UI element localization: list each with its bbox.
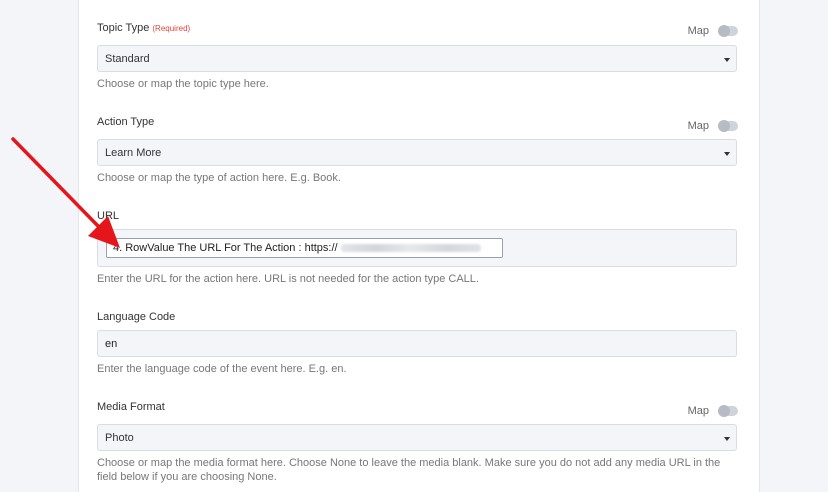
redacted-url-text bbox=[340, 244, 481, 253]
action-type-label: Action Type bbox=[97, 116, 155, 128]
action-type-value: Learn More bbox=[105, 147, 162, 159]
media-format-label: Media Format bbox=[97, 401, 165, 413]
topic-type-map-toggle[interactable]: Map bbox=[688, 24, 738, 38]
url-mapped-value-chip[interactable]: 4. RowValue The URL For The Action : htt… bbox=[106, 238, 503, 258]
language-code-help: Enter the language code of the event her… bbox=[97, 363, 347, 375]
toggle-switch-icon[interactable] bbox=[718, 405, 738, 417]
url-label: URL bbox=[97, 210, 120, 222]
action-type-map-toggle[interactable]: Map bbox=[688, 119, 738, 133]
media-format-select[interactable]: Photo bbox=[97, 424, 737, 451]
media-format-field: Media Format Map Photo Choose or map the… bbox=[97, 400, 738, 492]
action-type-help: Choose or map the type of action here. E… bbox=[97, 172, 341, 184]
caret-down-icon bbox=[724, 437, 730, 441]
media-format-map-toggle[interactable]: Map bbox=[688, 404, 738, 418]
language-code-input[interactable]: en bbox=[97, 330, 737, 357]
action-type-select[interactable]: Learn More bbox=[97, 139, 737, 166]
caret-down-icon bbox=[724, 152, 730, 156]
language-code-value: en bbox=[105, 338, 118, 350]
url-value: 4. RowValue The URL For The Action : htt… bbox=[113, 242, 338, 254]
toggle-switch-icon[interactable] bbox=[718, 25, 738, 37]
language-code-field: Language Code en Enter the language code… bbox=[97, 309, 738, 379]
topic-type-select[interactable]: Standard bbox=[97, 45, 737, 72]
media-format-value: Photo bbox=[105, 432, 134, 444]
map-label: Map bbox=[687, 405, 709, 417]
topic-type-label: Topic Type (Required) bbox=[97, 22, 191, 34]
url-help: Enter the URL for the action here. URL i… bbox=[97, 273, 479, 285]
topic-type-field: Topic Type (Required) Map Standard Choose… bbox=[97, 20, 738, 95]
url-field: URL 4. RowValue The URL For The Action :… bbox=[97, 209, 738, 289]
media-format-help: Choose or map the media format here. Cho… bbox=[97, 457, 721, 483]
topic-type-value: Standard bbox=[105, 53, 150, 65]
map-label: Map bbox=[687, 120, 709, 132]
url-input[interactable]: 4. RowValue The URL For The Action : htt… bbox=[97, 229, 737, 267]
caret-down-icon bbox=[724, 58, 730, 62]
topic-type-help: Choose or map the topic type here. bbox=[97, 78, 269, 90]
form-panel: Topic Type (Required) Map Standard Choose… bbox=[78, 0, 760, 492]
language-code-label: Language Code bbox=[97, 311, 176, 323]
map-label: Map bbox=[687, 25, 709, 37]
action-type-field: Action Type Map Learn More Choose or map… bbox=[97, 115, 738, 190]
toggle-switch-icon[interactable] bbox=[718, 120, 738, 132]
required-marker: (Required) bbox=[152, 24, 191, 33]
